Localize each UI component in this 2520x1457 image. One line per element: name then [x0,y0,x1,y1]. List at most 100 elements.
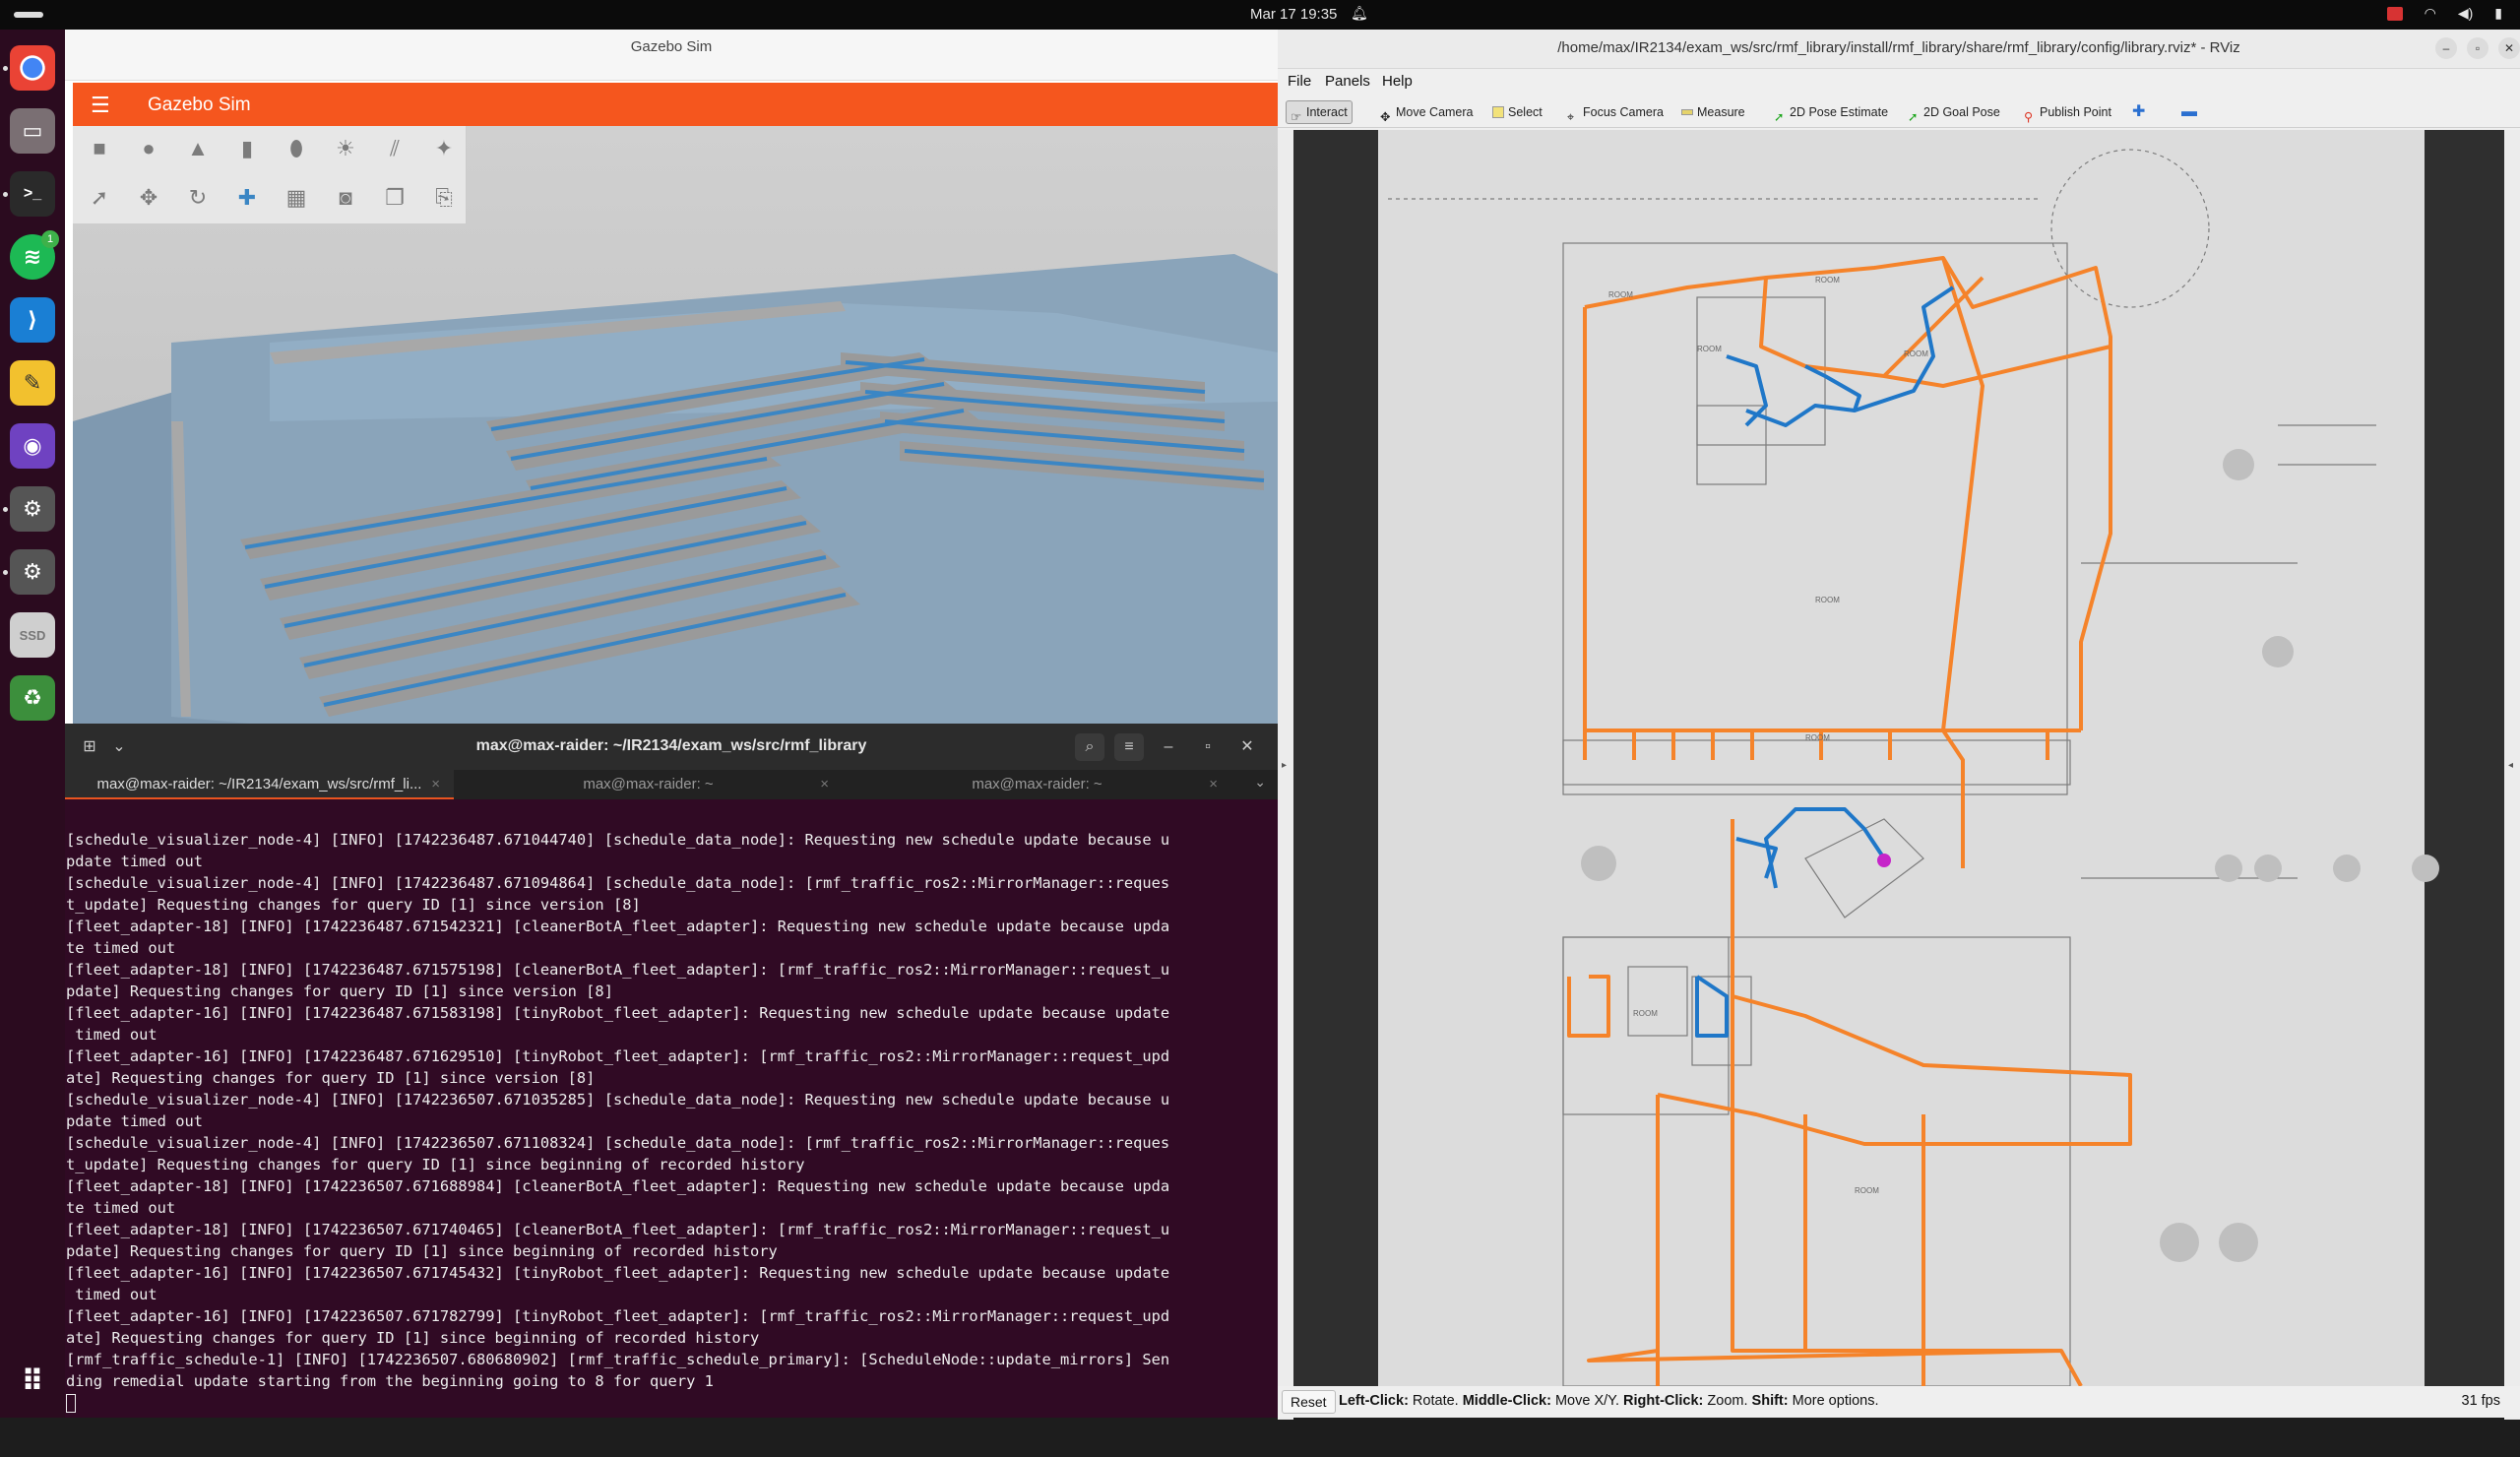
cylinder-shape-icon[interactable]: ▮ [230,132,264,165]
terminal-icon[interactable]: >_ [10,171,55,217]
paste-icon[interactable]: ⎘ [427,181,461,215]
log-line: [schedule_visualizer_node-4] [INFO] [174… [66,874,1170,892]
close-tab-icon[interactable]: × [431,770,440,799]
log-line: pdate] Requesting changes for query ID [… [66,1242,778,1260]
capsule-shape-icon[interactable]: ⬮ [280,132,313,165]
tool-publish-point[interactable]: ⚲ Publish Point [2020,100,2115,124]
tool-move-camera[interactable]: ✥ Move Camera [1376,100,1478,124]
log-line: te timed out [66,1199,176,1217]
spot-light-icon[interactable]: ✦ [427,132,461,165]
minimize-button[interactable]: – [1154,733,1183,761]
menu-file[interactable]: File [1288,73,1311,90]
remove-tool-button[interactable]: ▬ [2177,100,2201,124]
show-apps-icon[interactable]: ⠿ [10,1359,55,1404]
text-editor-icon[interactable]: ✎ [10,360,55,406]
gazebo-app-bar: ☰ Gazebo Sim [73,83,1278,126]
right-panel-collapse-handle[interactable]: ◂ [2504,130,2520,1420]
log-line: [fleet_adapter-18] [INFO] [1742236507.67… [66,1177,1170,1195]
tab-label: max@max-raider: ~/IR2134/exam_ws/src/rmf… [96,776,422,792]
tool-focus-camera[interactable]: ⌖ Focus Camera [1563,100,1668,124]
close-tab-icon[interactable]: × [820,770,829,799]
tabs-dropdown-icon[interactable]: ⌄ [1254,774,1266,791]
move-camera-icon: ✥ [1380,110,1391,124]
left-panel-collapse-handle[interactable]: ▸ [1278,130,1293,1420]
running-indicator [3,192,8,197]
reset-button[interactable]: Reset [1282,1390,1336,1414]
github-desktop-icon[interactable]: ◉ [10,423,55,469]
copy-icon[interactable]: ❐ [378,181,411,215]
bell-icon: 🔔︎ [1351,5,1368,21]
settings-icon[interactable]: ⚙ [10,486,55,532]
log-line: t_update] Requesting changes for query I… [66,896,641,914]
terminal-tab-2[interactable]: max@max-raider: ~ × [454,770,843,799]
terminal-tab-3[interactable]: max@max-raider: ~ × [843,770,1231,799]
ssd-icon[interactable]: SSD [10,612,55,658]
terminal-tabs: max@max-raider: ~/IR2134/exam_ws/src/rmf… [65,770,1278,799]
terminal-tab-1[interactable]: max@max-raider: ~/IR2134/exam_ws/src/rmf… [65,770,454,799]
svg-text:ROOM: ROOM [1633,1009,1658,1018]
minimize-button[interactable]: – [2435,37,2457,59]
notification-badge: 1 [41,230,59,248]
menu-help[interactable]: Help [1382,73,1413,90]
tool-label: 2D Pose Estimate [1790,105,1889,119]
log-line: [fleet_adapter-18] [INFO] [1742236487.67… [66,961,1170,979]
transform-icon[interactable]: ✚ [230,181,264,215]
log-line: [schedule_visualizer_node-4] [INFO] [174… [66,831,1170,849]
terminal-window: ⊞ ⌄ max@max-raider: ~/IR2134/exam_ws/src… [65,724,1278,1418]
search-icon[interactable]: ⌕ [1075,733,1104,761]
screen-record-icon[interactable] [2386,6,2403,21]
log-line: timed out [66,1026,158,1044]
light-icon[interactable]: ☀ [329,132,362,165]
rotate-icon[interactable]: ↻ [181,181,215,215]
settings-icon-2[interactable]: ⚙ [10,549,55,595]
system-tray[interactable]: ◠ ◀) ▮ [2386,5,2502,22]
sphere-shape-icon[interactable]: ● [132,132,165,165]
trash-icon[interactable]: ♻ [10,675,55,721]
log-line: ding remedial update starting from the b… [66,1372,714,1390]
running-indicator [3,507,8,512]
log-line: [schedule_visualizer_node-4] [INFO] [174… [66,1091,1170,1109]
tool-2d-goal-pose[interactable]: ➚ 2D Goal Pose [1904,100,2004,124]
goal-arrow-icon: ➚ [1908,110,1919,124]
rviz-3d-viewport[interactable]: ROOM ROOM ROOM ROOM ROOM ROOM ROOM ROOM [1293,130,2504,1386]
close-tab-icon[interactable]: × [1209,770,1218,799]
rviz-titlebar[interactable]: /home/max/IR2134/exam_ws/src/rmf_library… [1278,30,2520,69]
tool-label: Measure [1697,105,1745,119]
hamburger-menu-icon[interactable]: ≡ [1114,733,1144,761]
maximize-button[interactable]: ▫ [1193,733,1223,761]
translate-icon[interactable]: ✥ [132,181,165,215]
top-bar: Mar 17 19:35 🔔︎ ◠ ◀) ▮ [0,0,2520,30]
gazebo-titlebar[interactable]: Gazebo Sim [65,30,1278,81]
hand-icon: ☞ [1291,110,1302,124]
menu-panels[interactable]: Panels [1325,73,1370,90]
chrome-icon[interactable] [10,45,55,91]
activities-button[interactable] [14,12,43,18]
help-text: More options. [1788,1393,1879,1409]
tool-interact[interactable]: ☞ Interact [1286,100,1353,124]
map-pin-icon: ⚲ [2024,110,2034,124]
ssd-label: SSD [19,627,46,643]
cone-shape-icon[interactable]: ▲ [181,132,215,165]
menu-icon[interactable]: ☰ [91,93,110,118]
clock[interactable]: Mar 17 19:35 [1250,6,1337,23]
box-shape-icon[interactable]: ■ [83,132,116,165]
maximize-button[interactable]: ▫ [2467,37,2488,59]
files-icon[interactable]: ▭ [10,108,55,154]
close-button[interactable]: ✕ [1232,733,1262,761]
help-text: Move X/Y. [1550,1393,1624,1409]
vscode-icon[interactable]: ⟩ [10,297,55,343]
tool-select[interactable]: Select [1488,100,1546,124]
screenshot-icon[interactable]: ◙ [329,181,362,215]
tool-measure[interactable]: Measure [1677,100,1749,124]
close-button[interactable]: ✕ [2498,37,2520,59]
grid-icon[interactable]: ▦ [280,181,313,215]
tool-2d-pose-estimate[interactable]: ➚ 2D Pose Estimate [1770,100,1892,124]
tab-label: max@max-raider: ~ [972,776,1102,792]
terminal-headerbar[interactable]: ⊞ ⌄ max@max-raider: ~/IR2134/exam_ws/src… [65,724,1278,770]
terminal-output[interactable]: [schedule_visualizer_node-4] [INFO] [174… [66,801,1169,1457]
add-tool-button[interactable]: ✚ [2128,100,2149,124]
select-arrow-icon[interactable]: ➚ [83,181,116,215]
log-line: ate] Requesting changes for query ID [1]… [66,1329,760,1347]
directional-light-icon[interactable]: ⫽ [378,132,411,165]
fps-counter: 31 fps [2461,1393,2501,1409]
